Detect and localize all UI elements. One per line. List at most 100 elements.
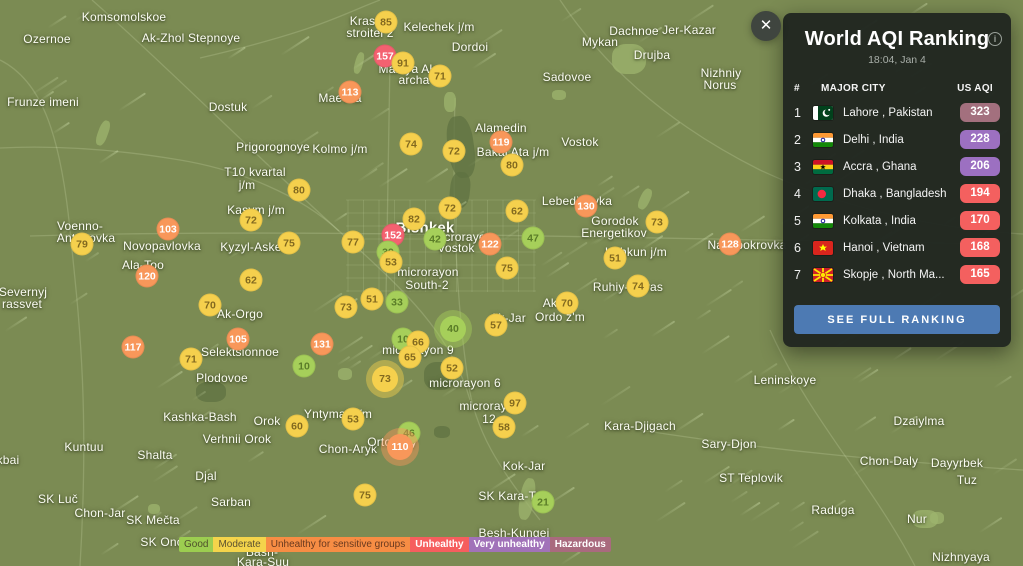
place-label: microrayon	[397, 265, 458, 279]
ranking-row[interactable]: 6Hanoi , Vietnam168	[794, 234, 1000, 261]
place-label: Jer-Kazar	[662, 23, 716, 37]
place-label: Sadovoe	[543, 70, 592, 84]
aqi-marker-80[interactable]: 80	[288, 179, 311, 202]
map-terrain-patch	[552, 90, 566, 100]
vietnam-flag	[813, 241, 833, 255]
aqi-marker-70[interactable]: 70	[556, 292, 579, 315]
place-label: Kara-Djigach	[604, 419, 676, 433]
aqi-marker-10[interactable]: 10	[293, 355, 316, 378]
india-flag	[813, 214, 833, 228]
aqi-marker-42[interactable]: 42	[424, 228, 447, 251]
aqi-marker-105[interactable]: 105	[227, 328, 250, 351]
aqi-marker-53[interactable]: 53	[380, 251, 403, 274]
city-column-header: MAJOR CITY	[821, 83, 886, 94]
aqi-marker-85[interactable]: 85	[375, 11, 398, 34]
aqi-marker-91[interactable]: 91	[392, 52, 415, 75]
rank-number: 3	[794, 160, 810, 174]
world-aqi-ranking-panel: i World AQI Ranking 18:04, Jan 4 # MAJOR…	[783, 13, 1011, 347]
aqi-marker-51[interactable]: 51	[604, 247, 627, 270]
aqi-marker-47[interactable]: 47	[522, 227, 545, 250]
aqi-badge: 168	[960, 238, 1000, 257]
ranking-row[interactable]: 3Accra , Ghana206	[794, 153, 1000, 180]
aqi-marker-57[interactable]: 57	[485, 314, 508, 337]
aqi-marker-62[interactable]: 62	[506, 200, 529, 223]
aqi-marker-77[interactable]: 77	[342, 231, 365, 254]
aqi-marker-52[interactable]: 52	[441, 357, 464, 380]
place-label: South-2	[405, 278, 448, 292]
aqi-marker-113[interactable]: 113	[339, 81, 362, 104]
aqi-marker-117[interactable]: 117	[122, 336, 145, 359]
ranking-row[interactable]: 1Lahore , Pakistan323	[794, 99, 1000, 126]
aqi-marker-120[interactable]: 120	[136, 265, 159, 288]
aqi-marker-119[interactable]: 119	[490, 131, 513, 154]
city-name: Lahore , Pakistan	[843, 107, 957, 119]
aqi-marker-75[interactable]: 75	[278, 232, 301, 255]
place-label: rassvet	[2, 297, 42, 311]
place-label: Kok-Jar	[503, 459, 546, 473]
aqi-marker-53[interactable]: 53	[342, 408, 365, 431]
place-label: Dachnoe	[609, 24, 658, 38]
aqi-marker-33[interactable]: 33	[386, 291, 409, 314]
aqi-marker-60[interactable]: 60	[286, 415, 309, 438]
aqi-marker-65[interactable]: 65	[399, 346, 422, 369]
place-label: Chon-Daly	[860, 454, 919, 468]
place-label: Dordoi	[452, 40, 489, 54]
aqi-column-header: US AQI	[886, 83, 1000, 94]
info-icon[interactable]: i	[988, 32, 1002, 46]
map-terrain-patch	[434, 426, 450, 438]
aqi-marker-80[interactable]: 80	[501, 154, 524, 177]
aqi-marker-71[interactable]: 71	[429, 65, 452, 88]
place-label: Verhnii Orok	[203, 432, 271, 446]
ranking-row[interactable]: 7Skopje , North Ma...165	[794, 261, 1000, 288]
aqi-marker-74[interactable]: 74	[627, 275, 650, 298]
aqi-marker-75[interactable]: 75	[354, 484, 377, 507]
aqi-marker-73[interactable]: 73	[372, 366, 398, 392]
place-label: Kolmo j/m	[312, 142, 367, 156]
map-terrain-patch	[338, 368, 352, 380]
ranking-row[interactable]: 5Kolkata , India170	[794, 207, 1000, 234]
place-label: Raduga	[811, 503, 854, 517]
see-full-ranking-button[interactable]: SEE FULL RANKING	[794, 305, 1000, 334]
ranking-row[interactable]: 2Delhi , India228	[794, 126, 1000, 153]
aqi-marker-130[interactable]: 130	[575, 195, 598, 218]
ranking-rows: 1Lahore , Pakistan3232Delhi , India228 3 A…	[794, 99, 1000, 288]
place-label: Novopavlovka	[123, 239, 201, 253]
aqi-marker-73[interactable]: 73	[335, 296, 358, 319]
aqi-marker-79[interactable]: 79	[71, 233, 94, 256]
aqi-marker-128[interactable]: 128	[719, 233, 742, 256]
aqi-marker-71[interactable]: 71	[180, 348, 203, 371]
city-name: Accra , Ghana	[843, 161, 957, 173]
close-panel-button[interactable]: ✕	[751, 11, 781, 41]
place-label: Sarban	[211, 495, 251, 509]
aqi-marker-51[interactable]: 51	[361, 288, 384, 311]
aqi-marker-72[interactable]: 72	[240, 209, 263, 232]
aqi-marker-74[interactable]: 74	[400, 133, 423, 156]
ranking-row[interactable]: 4Dhaka , Bangladesh194	[794, 180, 1000, 207]
aqi-marker-110[interactable]: 110	[387, 434, 413, 460]
place-label: Vostok	[561, 135, 598, 149]
place-label: Ozernoe	[23, 32, 70, 46]
aqi-marker-72[interactable]: 72	[439, 197, 462, 220]
place-label: Frunze imeni	[7, 95, 79, 109]
aqi-marker-62[interactable]: 62	[240, 269, 263, 292]
place-label: Nur	[907, 512, 927, 526]
air-quality-map[interactable]: BishkekKomsomolskoeOzernoeAk-Zhol Stepno…	[0, 0, 1023, 566]
aqi-marker-40[interactable]: 40	[440, 316, 466, 342]
aqi-marker-122[interactable]: 122	[479, 233, 502, 256]
panel-title: World AQI Ranking	[794, 28, 1000, 51]
place-label: archa	[398, 73, 429, 87]
aqi-marker-72[interactable]: 72	[443, 140, 466, 163]
aqi-marker-75[interactable]: 75	[496, 257, 519, 280]
panel-timestamp: 18:04, Jan 4	[794, 54, 1000, 66]
aqi-badge: 165	[960, 265, 1000, 284]
map-terrain-patch	[444, 92, 456, 112]
aqi-marker-82[interactable]: 82	[403, 208, 426, 231]
aqi-marker-131[interactable]: 131	[311, 333, 334, 356]
aqi-marker-97[interactable]: 97	[504, 392, 527, 415]
aqi-marker-70[interactable]: 70	[199, 294, 222, 317]
aqi-marker-103[interactable]: 103	[157, 218, 180, 241]
aqi-marker-21[interactable]: 21	[532, 491, 555, 514]
aqi-marker-58[interactable]: 58	[493, 416, 516, 439]
aqi-marker-73[interactable]: 73	[646, 211, 669, 234]
place-label: Orok	[254, 414, 281, 428]
